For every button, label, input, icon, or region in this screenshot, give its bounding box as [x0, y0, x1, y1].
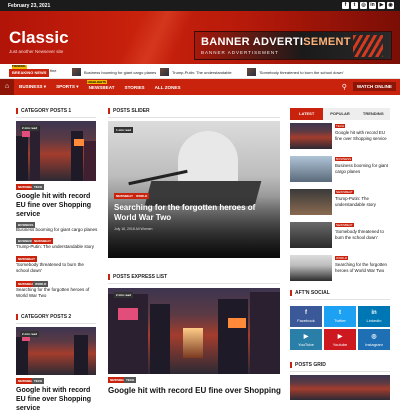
read-time-badge: 1 min read: [114, 127, 134, 133]
express-image[interactable]: 2 min read: [108, 288, 280, 374]
twitter-button[interactable]: t Twitter: [324, 306, 356, 327]
facebook-icon[interactable]: f: [342, 2, 349, 9]
sidebar-thumbnail: [290, 123, 332, 149]
rss-icon[interactable]: ◉: [387, 2, 394, 9]
list-post-title[interactable]: Searching for the forgotten heroes of Wo…: [16, 287, 98, 299]
nav-all-zones[interactable]: ALL ZONES: [150, 85, 186, 90]
linkedin-button[interactable]: in Linkedin: [358, 306, 390, 327]
nav-sports[interactable]: SPORTS ▾: [51, 84, 83, 90]
sidebar-thumbnail: [290, 222, 332, 248]
category-post-title[interactable]: Google hit with record EU fine over Shop…: [16, 192, 98, 219]
nav-stories[interactable]: STORIES: [120, 85, 150, 90]
sidebar-thumbnail: [290, 189, 332, 215]
ticker-thumbnail: [160, 68, 169, 76]
site-header: Classic Just another Newsever site BANNE…: [0, 11, 400, 64]
instagram-icon: ◎: [371, 334, 377, 340]
youtube-icon: ▶: [337, 334, 343, 340]
read-time-badge: 2 min read: [20, 125, 40, 131]
trending-badge: TRENDING: [12, 65, 26, 68]
breaking-news-ticker: BREAKING NEWS TRENDING fine Business boo…: [0, 65, 400, 79]
slider-headline[interactable]: Searching for the forgotten heroes of Wo…: [114, 203, 274, 223]
home-icon[interactable]: ⌂: [0, 79, 14, 95]
category-post-image[interactable]: 2 min read: [16, 121, 96, 181]
watch-online-button[interactable]: WATCH ONLINE: [352, 82, 396, 91]
read-time-badge: 2 min read: [20, 331, 40, 337]
social-grid: f Facebook t Twitter in Linkedin ▶ YouTube ▶…: [290, 306, 390, 350]
instagram-icon[interactable]: ◎: [360, 2, 367, 9]
site-logo[interactable]: Classic: [9, 28, 69, 48]
category-posts-1-heading: CATEGORY POSTS 1: [16, 108, 71, 114]
top-social-links: f t ◎ in ▶ ◉: [342, 2, 394, 9]
sidebar-post[interactable]: BUSINESS Business booming for giant carg…: [290, 156, 390, 182]
site-tagline: Just another Newsever site: [9, 49, 64, 54]
list-post-title[interactable]: 'Somebody threatened to burn the school …: [16, 262, 98, 274]
nav-newsbeat[interactable]: HIGHLIGHTS NEWSBEAT: [84, 79, 120, 90]
search-icon[interactable]: ⚲: [342, 83, 347, 91]
current-date: February 23, 2021: [8, 2, 51, 9]
ticker-item[interactable]: 'Somebody threatened to burn the school …: [247, 68, 343, 76]
top-bar: February 23, 2021 f t ◎ in ▶ ◉: [0, 0, 400, 11]
linkedin-icon: in: [371, 310, 377, 316]
twitter-icon[interactable]: t: [351, 2, 358, 9]
list-post-title[interactable]: Trump-Putin: The understandable story: [16, 244, 98, 250]
sidebar-tabs: LATEST POPULAR TRENDING: [290, 108, 390, 120]
sidebar-thumbnail: [290, 255, 332, 281]
category-posts-2-heading: CATEGORY POSTS 2: [16, 314, 71, 320]
facebook-button[interactable]: f Facebook: [290, 306, 322, 327]
facebook-icon: f: [305, 310, 307, 316]
posts-grid-heading: POSTS GRID: [290, 362, 326, 368]
slider-meta: July 16, 2018 All Women: [114, 227, 153, 231]
sidebar-post[interactable]: TECH Google hit with record EU fine over…: [290, 123, 390, 149]
main-nav: ⌂ BUSINESS ▾ SPORTS ▾ HIGHLIGHTS NEWSBEAT…: [0, 79, 400, 95]
post-tag[interactable]: TECH: [32, 378, 45, 384]
twitter-icon: t: [339, 310, 341, 316]
express-headline[interactable]: Google hit with record EU fine over Shop…: [108, 386, 284, 395]
breaking-news-label: BREAKING NEWS: [9, 65, 50, 77]
instagram-button[interactable]: ◎ Instagram: [358, 329, 390, 350]
grid-post-image[interactable]: [290, 375, 390, 400]
sidebar-post[interactable]: WORLD Searching for the forgotten heroes…: [290, 255, 390, 281]
linkedin-icon[interactable]: in: [369, 2, 376, 9]
ticker-item[interactable]: Business booming for giant cargo planes: [72, 68, 156, 76]
post-tag[interactable]: TECH: [32, 184, 45, 190]
highlights-badge: HIGHLIGHTS: [86, 79, 108, 84]
banner-text-b: SEMENT: [303, 36, 351, 48]
read-time-badge: 2 min read: [114, 292, 134, 298]
ticker-item[interactable]: fine: [50, 68, 56, 73]
social-heading: AFT'N SOCIAL: [290, 290, 330, 296]
nav-business[interactable]: BUSINESS ▾: [14, 84, 51, 90]
tab-popular[interactable]: POPULAR: [323, 108, 357, 120]
youtube-icon: ▶: [303, 334, 309, 340]
youtube-button[interactable]: ▶ YouTube: [290, 329, 322, 350]
list-post-title[interactable]: Business booming for giant cargo planes: [16, 227, 98, 233]
post-tag[interactable]: WORLD: [134, 193, 150, 199]
sidebar-post[interactable]: NEWSBEAT 'Somebody threatened to burn th…: [290, 222, 390, 248]
banner-text-a: BANNER ADVERTI: [201, 36, 304, 48]
sidebar-post[interactable]: NEWSBEAT Trump-Putin: The understandable…: [290, 189, 390, 215]
banner-advertisement[interactable]: BANNER ADVERTISEMENT BANNER ADVERTISEMEN…: [194, 31, 392, 60]
tab-trending[interactable]: TRENDING: [356, 108, 390, 120]
banner-subtext: BANNER ADVERTISEMENT: [201, 50, 279, 55]
post-tag[interactable]: TECH: [124, 377, 137, 383]
youtube-icon[interactable]: ▶: [378, 2, 385, 9]
slider-image[interactable]: 1 min read NEWSBEAT WORLD Searching for …: [108, 121, 280, 258]
ticker-thumbnail: [72, 68, 81, 76]
posts-slider-heading: POSTS SLIDER: [108, 108, 150, 114]
post-tag[interactable]: NEWSBEAT: [114, 193, 135, 199]
youtube-button[interactable]: ▶ Youtube: [324, 329, 356, 350]
ticker-thumbnail: [247, 68, 256, 76]
posts-express-list-heading: POSTS EXPRESS LIST: [108, 274, 167, 280]
ticker-item[interactable]: Trump-Putin: The understandable: [160, 68, 232, 76]
sidebar-thumbnail: [290, 156, 332, 182]
category-post-image[interactable]: 2 min read: [16, 327, 96, 375]
tab-latest[interactable]: LATEST: [290, 108, 324, 120]
